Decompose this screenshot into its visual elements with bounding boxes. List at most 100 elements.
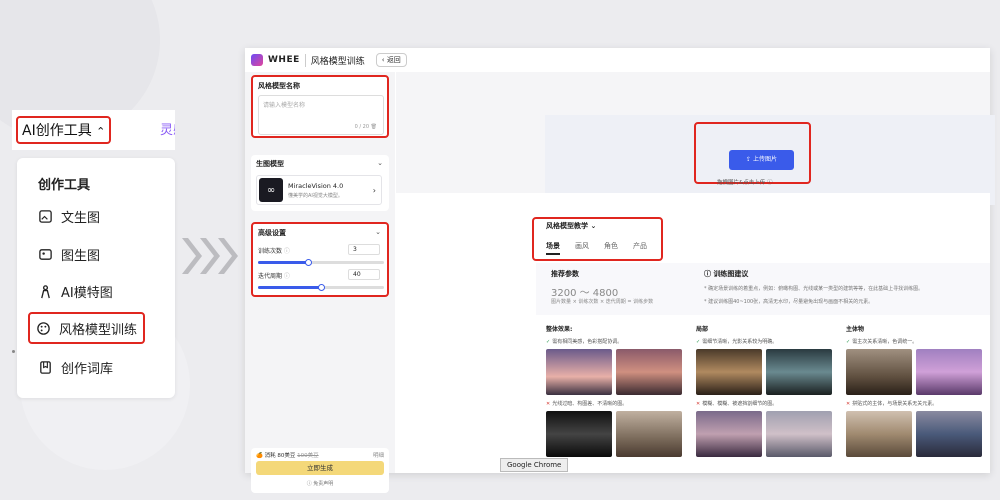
- menu-item-label: 文生图: [61, 210, 101, 226]
- example-image[interactable]: [546, 349, 612, 395]
- cost-original: 100美豆: [297, 453, 319, 459]
- example-image[interactable]: [846, 411, 912, 457]
- char-count-value: 0 / 20: [354, 124, 370, 130]
- recommend-box: 推荐参数 3200 ～ 4800 图片数量 × 训练次数 × 迭代周期 = 训练…: [536, 263, 990, 315]
- suggest-title-text: 训练图建议: [713, 270, 749, 278]
- upload-icon: ⇪: [746, 156, 753, 163]
- menu-item-label: AI模特图: [61, 285, 113, 301]
- example-image[interactable]: [616, 411, 682, 457]
- column-title: 局部: [696, 326, 709, 333]
- suggest-title: ⓘ 训练图建议: [704, 269, 748, 279]
- rec-title: 推荐参数: [551, 270, 579, 278]
- epoch-label: 迭代周期: [258, 273, 283, 280]
- slider-fill: [258, 286, 321, 289]
- bad-note: 光线过暗、构图差、不清晰的图。: [546, 400, 682, 407]
- input-placeholder: 请输入模型名称: [263, 102, 306, 109]
- disclaimer-link[interactable]: ⓘ 免责声明: [251, 480, 389, 487]
- advanced-settings-card: 高级设置 ⌄ 训练次数 ⓘ 3 迭代周期 ⓘ 40: [251, 222, 389, 297]
- menu-item-ai-model[interactable]: AI模特图: [32, 277, 119, 305]
- model-selector[interactable]: ∞ MiracleVision 4.0 懂美学的AI视觉大模型。 ›: [256, 175, 382, 205]
- upload-tip-text: 拖拽图片&点击上传: [717, 180, 766, 186]
- back-label: 返回: [386, 56, 401, 64]
- train-count-row: 训练次数 ⓘ 3: [258, 244, 386, 255]
- cost-amount: 80美豆: [277, 453, 296, 459]
- top-nav-bar: AI创作工具 ⌃ 灵感: [12, 110, 175, 150]
- rec-formula: 图片数量 × 训练次数 × 迭代周期 = 训练步数: [551, 299, 654, 305]
- image-text-icon: [39, 209, 52, 223]
- example-image[interactable]: [916, 411, 982, 457]
- tutorial-title[interactable]: 风格模型教学 ⌄: [546, 221, 596, 231]
- train-count-slider[interactable]: [258, 259, 384, 266]
- column-detail: 局部 需细节清晰，光影关系较为明确。 模糊、模糊、被遮挡割细节的图。: [696, 324, 832, 457]
- example-image[interactable]: [616, 349, 682, 395]
- nav-trailing-text[interactable]: 灵感: [160, 119, 175, 138]
- example-image[interactable]: [696, 349, 762, 395]
- tutorial-panel: 风格模型教学 ⌄ 场景 画风 角色 产品 推荐参数 3200 ～ 4800 图片…: [396, 193, 990, 473]
- info-icon: ⓘ: [282, 248, 290, 255]
- creation-tools-menu: 创作工具 文生图 图生图 AI模特图 风格模型训练 创作词库: [17, 158, 175, 398]
- good-note: 需主次关系清晰，色调统一。: [846, 338, 982, 345]
- base-model-card: 生图模型 ⌄ ∞ MiracleVision 4.0 懂美学的AI视觉大模型。 …: [251, 155, 389, 211]
- chevron-down-icon[interactable]: ⌄: [377, 159, 383, 167]
- image-image-icon: [39, 248, 52, 260]
- chevron-down-icon[interactable]: ⌄: [375, 228, 381, 236]
- slider-handle[interactable]: [317, 284, 325, 291]
- upload-button[interactable]: ⇪ 上传图片: [729, 150, 794, 170]
- upload-label: 上传图片: [752, 156, 777, 163]
- bean-icon: 🍊: [256, 453, 263, 459]
- model-name-card: 风格模型名称 请输入模型名称 0 / 20 🗑: [251, 75, 389, 138]
- model-name-input[interactable]: 请输入模型名称 0 / 20 🗑: [258, 95, 384, 135]
- chevron-right-icon: ›: [372, 185, 376, 195]
- epoch-input[interactable]: 40: [348, 269, 380, 280]
- upload-zone[interactable]: ⇪ 上传图片 拖拽图片&点击上传 ⓘ: [545, 115, 995, 205]
- slider-fill: [258, 261, 309, 264]
- model-name: MiracleVision 4.0: [288, 181, 344, 190]
- example-image[interactable]: [916, 349, 982, 395]
- menu-item-image-to-image[interactable]: 图生图: [32, 240, 106, 268]
- cost-label: 消耗: [264, 453, 276, 459]
- model-figure-icon: [41, 284, 50, 298]
- slider-handle[interactable]: [304, 259, 312, 266]
- example-image[interactable]: [766, 411, 832, 457]
- example-image[interactable]: [846, 349, 912, 395]
- column-title-text: 整体效果: [546, 326, 571, 333]
- column-title: 整体效果:: [546, 326, 573, 333]
- clear-icon[interactable]: 🗑: [371, 124, 377, 130]
- example-image[interactable]: [766, 349, 832, 395]
- menu-item-label: 图生图: [61, 248, 101, 264]
- bad-note: 拼贴式的主体，与场景关系无关元素。: [846, 400, 982, 407]
- menu-item-style-training[interactable]: 风格模型训练: [28, 312, 146, 344]
- back-button[interactable]: ‹ 返回: [375, 53, 407, 67]
- menu-header: 创作工具: [38, 178, 91, 193]
- tab-style[interactable]: 画风: [575, 241, 589, 255]
- page-title: 风格模型训练: [304, 53, 365, 67]
- tab-product[interactable]: 产品: [633, 241, 647, 255]
- rec-value: 3200 ～ 4800: [551, 288, 619, 299]
- menu-item-text-to-image[interactable]: 文生图: [32, 202, 106, 230]
- tab-character[interactable]: 角色: [604, 241, 618, 255]
- train-count-input[interactable]: 3: [348, 244, 380, 255]
- generate-button[interactable]: 立即生成: [256, 461, 384, 475]
- model-desc: 懂美学的AI视觉大模型。: [288, 192, 343, 199]
- example-image[interactable]: [546, 411, 612, 457]
- tutorial-tabs: 场景 画风 角色 产品: [546, 241, 647, 255]
- menu-item-label: 风格模型训练: [59, 322, 138, 338]
- generate-section: 🍊 消耗 80美豆 100美豆 明细 立即生成 ⓘ 免责声明: [251, 448, 389, 493]
- epoch-row: 迭代周期 ⓘ 40: [258, 269, 386, 280]
- chevron-arrows-icon: [182, 238, 238, 274]
- menu-item-label: 创作词库: [61, 361, 114, 377]
- example-image[interactable]: [696, 411, 762, 457]
- card-title: 生图模型: [256, 160, 284, 168]
- menu-item-word-library[interactable]: 创作词库: [32, 353, 119, 381]
- cost-detail-link[interactable]: 明细: [373, 451, 384, 459]
- epoch-slider[interactable]: [258, 284, 384, 291]
- model-thumbnail: ∞: [259, 178, 283, 202]
- tab-scene[interactable]: 场景: [546, 241, 560, 255]
- suggest-line: * 建议训练图40~100张，高清无水印，尽量避免出现与画面不相关的元素。: [704, 299, 874, 305]
- info-icon: ⓘ: [282, 273, 290, 280]
- app-window: WHEE 风格模型训练 ‹ 返回 风格模型名称 请输入模型名称 0 / 20 🗑…: [245, 48, 995, 493]
- book-icon: [40, 360, 51, 374]
- taskbar-tooltip: Google Chrome: [500, 458, 569, 472]
- ai-tools-dropdown[interactable]: AI创作工具 ⌃: [16, 116, 112, 144]
- column-overall: 整体效果: 需有相同美感，色彩搭配协调。 光线过暗、构图差、不清晰的图。: [546, 324, 682, 457]
